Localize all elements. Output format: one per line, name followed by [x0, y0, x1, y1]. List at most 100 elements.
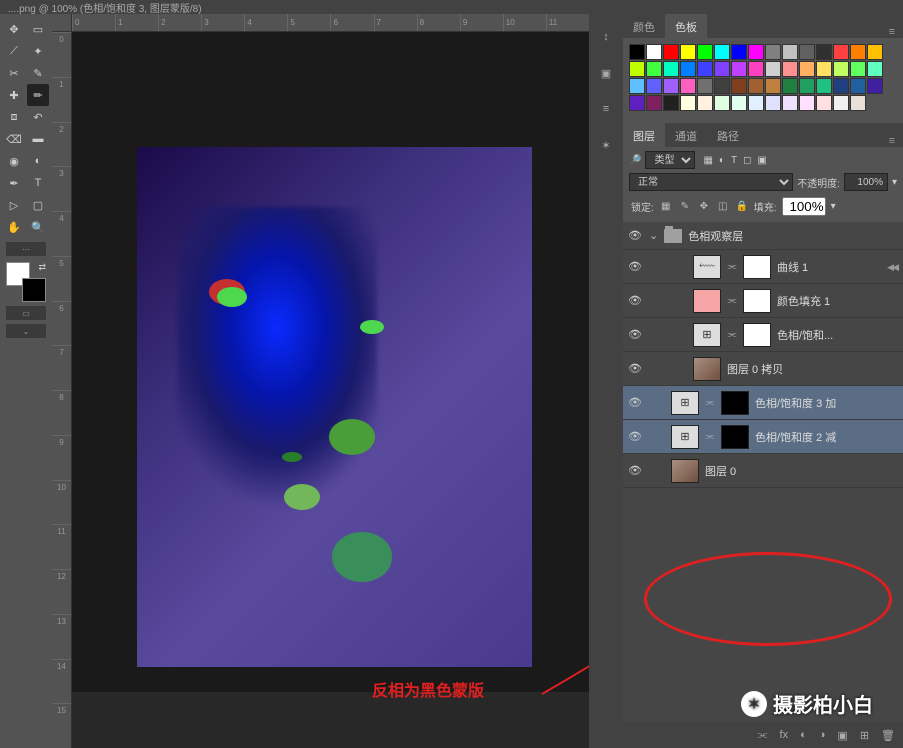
- eyedropper-tool[interactable]: ✎: [27, 62, 49, 84]
- lock-transparent-icon[interactable]: ▦: [659, 200, 673, 214]
- lasso-tool[interactable]: ⟋: [3, 40, 25, 62]
- swatch[interactable]: [748, 61, 764, 77]
- mask-thumb[interactable]: [743, 289, 771, 313]
- tab-paths[interactable]: 路径: [707, 123, 749, 147]
- swatch[interactable]: [697, 44, 713, 60]
- add-mask-icon[interactable]: ◐: [800, 729, 807, 741]
- filter-shape-icon[interactable]: ◻: [743, 155, 751, 166]
- tool-expand[interactable]: ⋯: [6, 242, 46, 256]
- move-tool[interactable]: ✥: [3, 18, 25, 40]
- fill-input[interactable]: [782, 197, 826, 216]
- eraser-tool[interactable]: ⌫: [3, 128, 25, 150]
- delete-layer-icon[interactable]: 🗑: [881, 729, 895, 742]
- swatch[interactable]: [680, 61, 696, 77]
- tab-channels[interactable]: 通道: [665, 123, 707, 147]
- swatch[interactable]: [765, 78, 781, 94]
- visibility-toggle[interactable]: 👁: [627, 362, 643, 375]
- brush-tool[interactable]: ✏: [27, 84, 49, 106]
- visibility-toggle[interactable]: 👁: [627, 430, 643, 443]
- swatch[interactable]: [782, 61, 798, 77]
- swatch[interactable]: [629, 44, 645, 60]
- swatch[interactable]: [833, 61, 849, 77]
- adjustment-thumb[interactable]: ⊞: [671, 391, 699, 415]
- visibility-toggle[interactable]: 👁: [627, 464, 643, 477]
- shape-tool[interactable]: ▢: [27, 194, 49, 216]
- swatch[interactable]: [714, 44, 730, 60]
- swatch[interactable]: [765, 44, 781, 60]
- swatch[interactable]: [799, 61, 815, 77]
- swatch[interactable]: [833, 78, 849, 94]
- layer-row-huesat3[interactable]: 👁 ⊞ ⫘ 色相/饱和度 3 加: [623, 386, 903, 420]
- mask-thumb[interactable]: [721, 391, 749, 415]
- history-panel-icon[interactable]: ↕: [595, 26, 617, 48]
- blend-mode-select[interactable]: 正常: [629, 173, 793, 191]
- layer-thumb[interactable]: [693, 357, 721, 381]
- new-layer-icon[interactable]: ⊞: [860, 729, 869, 742]
- tab-color[interactable]: 颜色: [623, 14, 665, 38]
- lock-position-icon[interactable]: ✥: [697, 200, 711, 214]
- swatch[interactable]: [782, 95, 798, 111]
- filter-search-icon[interactable]: 🔎: [629, 155, 641, 166]
- swatch[interactable]: [850, 95, 866, 111]
- swatch[interactable]: [799, 44, 815, 60]
- screenmode-toggle[interactable]: ⌄: [6, 324, 46, 338]
- layer-name[interactable]: 颜色填充 1: [777, 293, 899, 309]
- swatch[interactable]: [765, 95, 781, 111]
- swatch[interactable]: [731, 95, 747, 111]
- swatch[interactable]: [646, 61, 662, 77]
- opacity-dropdown-icon[interactable]: ▾: [892, 177, 897, 188]
- swatch[interactable]: [833, 44, 849, 60]
- swatch[interactable]: [714, 61, 730, 77]
- tab-swatches[interactable]: 色板: [665, 14, 707, 38]
- layer-group-row[interactable]: 👁 ⌄ 色相观察层: [623, 222, 903, 250]
- layer-name[interactable]: 图层 0: [705, 463, 899, 479]
- adjustment-thumb[interactable]: [693, 289, 721, 313]
- swatch[interactable]: [714, 95, 730, 111]
- marquee-tool[interactable]: ▭: [27, 18, 49, 40]
- properties-panel-icon[interactable]: ≡: [595, 98, 617, 120]
- swatch[interactable]: [748, 95, 764, 111]
- swatch[interactable]: [663, 95, 679, 111]
- filter-pixel-icon[interactable]: ▦: [703, 155, 712, 166]
- swatch[interactable]: [765, 61, 781, 77]
- link-icon[interactable]: ⫘: [705, 397, 715, 408]
- healing-tool[interactable]: ✚: [3, 84, 25, 106]
- swatch[interactable]: [816, 95, 832, 111]
- swatch[interactable]: [850, 44, 866, 60]
- dodge-tool[interactable]: ◐: [27, 150, 49, 172]
- zoom-tool[interactable]: 🔍: [27, 216, 49, 238]
- disclose-icon[interactable]: ⌄: [649, 229, 658, 242]
- swatch[interactable]: [646, 44, 662, 60]
- visibility-toggle[interactable]: 👁: [627, 229, 643, 242]
- swatch[interactable]: [663, 78, 679, 94]
- pen-tool[interactable]: ✒: [3, 172, 25, 194]
- gradient-tool[interactable]: ▬: [27, 128, 49, 150]
- swatch[interactable]: [816, 61, 832, 77]
- layer-name[interactable]: 曲线 1: [777, 259, 899, 275]
- fgbg-colors[interactable]: ⇄: [6, 262, 46, 302]
- layer-name[interactable]: 图层 0 拷贝: [727, 361, 899, 377]
- new-group-icon[interactable]: ▣: [837, 729, 847, 742]
- swatch[interactable]: [782, 78, 798, 94]
- layer-filter-type[interactable]: 类型: [645, 151, 695, 169]
- layer-fx-icon[interactable]: fx: [780, 729, 789, 741]
- swatch[interactable]: [680, 44, 696, 60]
- layer-row-copy[interactable]: 👁 图层 0 拷贝: [623, 352, 903, 386]
- history-brush-tool[interactable]: ↶: [27, 106, 49, 128]
- stamp-tool[interactable]: ⧈: [3, 106, 25, 128]
- background-color[interactable]: [22, 278, 46, 302]
- layer-row-curves[interactable]: 👁 ⬳ ⫘ 曲线 1: [623, 250, 903, 284]
- swatch[interactable]: [697, 78, 713, 94]
- fill-dropdown-icon[interactable]: ▾: [831, 201, 836, 212]
- crop-tool[interactable]: ✂: [3, 62, 25, 84]
- adjustment-thumb[interactable]: ⊞: [693, 323, 721, 347]
- link-icon[interactable]: ⫘: [727, 295, 737, 306]
- swatch[interactable]: [680, 78, 696, 94]
- filter-type-icon[interactable]: T: [731, 155, 737, 166]
- swatch[interactable]: [816, 78, 832, 94]
- link-icon[interactable]: ⫘: [727, 329, 737, 340]
- layer-row-huesat2[interactable]: 👁 ⊞ ⫘ 色相/饱和度 2 减: [623, 420, 903, 454]
- lock-all-icon[interactable]: 🔒: [735, 200, 749, 214]
- swatch[interactable]: [646, 78, 662, 94]
- brushes-panel-icon[interactable]: ✶: [595, 134, 617, 156]
